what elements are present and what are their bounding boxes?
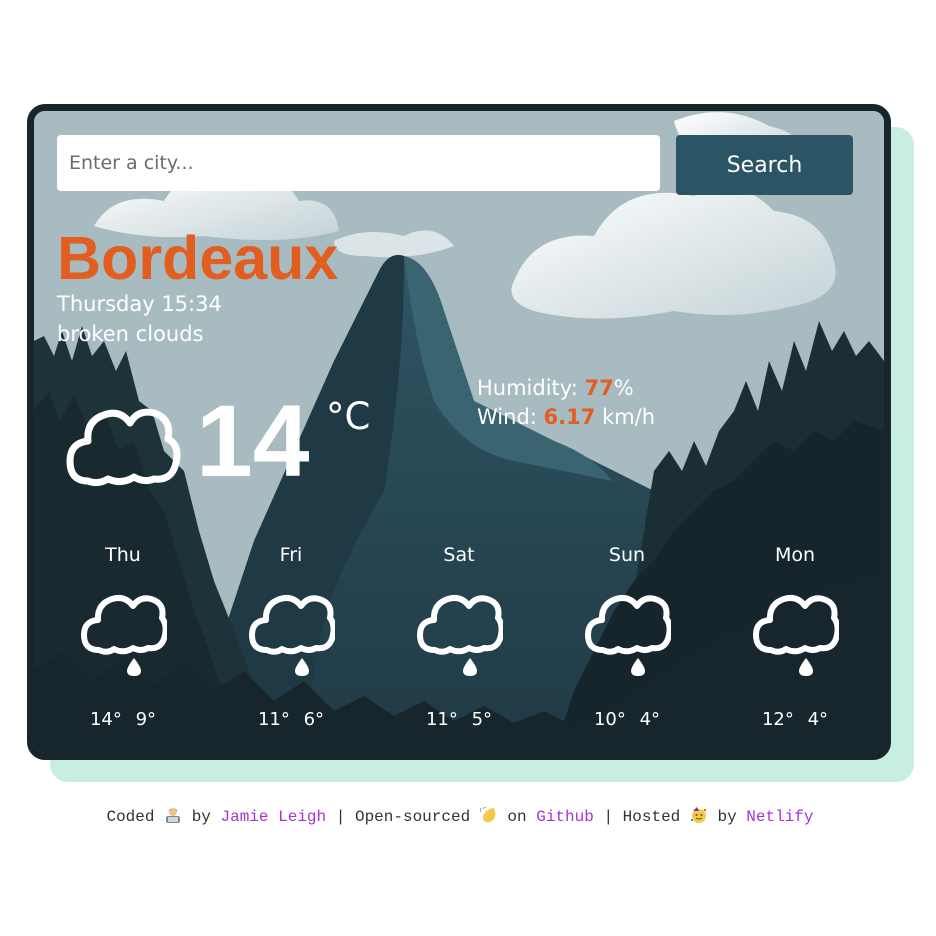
- forecast-min: 4°: [807, 709, 829, 730]
- forecast-max: 11°: [257, 709, 290, 730]
- footer-hosted-text: Hosted: [622, 808, 681, 826]
- forecast-max: 10°: [593, 709, 626, 730]
- city-search-input[interactable]: [57, 135, 660, 191]
- forecast-temps: 11° 6°: [206, 709, 376, 730]
- forecast-min: 5°: [471, 709, 493, 730]
- partying-face-icon: [690, 807, 706, 823]
- temperature-unit: °C: [326, 395, 371, 438]
- forecast-row: Thu 14° 9° Fri 11° 6° Sat 11° 5° Sun 10°…: [34, 544, 884, 744]
- city-name: Bordeaux: [57, 224, 339, 292]
- wind-value: 6.17: [543, 405, 596, 429]
- humidity-value: 77: [584, 376, 614, 400]
- forecast-max: 11°: [425, 709, 458, 730]
- forecast-day-name: Fri: [279, 544, 303, 566]
- search-button[interactable]: Search: [676, 135, 853, 195]
- forecast-day-name: Sun: [608, 544, 646, 566]
- waving-hand-icon: [479, 807, 496, 823]
- footer-separator: |: [603, 808, 614, 826]
- rain-icon: [81, 594, 167, 676]
- cloud-icon: [66, 408, 181, 487]
- footer-by-text: by: [717, 808, 737, 826]
- weather-description: broken clouds: [57, 322, 204, 346]
- humidity-label: Humidity:: [477, 376, 578, 400]
- forecast-max: 14°: [89, 709, 122, 730]
- wind-label: Wind:: [477, 405, 537, 429]
- wind-readout: Wind: 6.17 km/h: [477, 405, 655, 429]
- forecast-temps: 14° 9°: [38, 709, 208, 730]
- wind-unit: km/h: [602, 405, 656, 429]
- date-time: Thursday 15:34: [57, 292, 222, 316]
- forecast-max: 12°: [761, 709, 794, 730]
- forecast-min: 6°: [303, 709, 325, 730]
- forecast-min: 4°: [639, 709, 661, 730]
- weather-card: Search Bordeaux Thursday 15:34 broken cl…: [27, 104, 891, 760]
- humidity-unit: %: [613, 376, 634, 400]
- forecast-temps: 11° 5°: [374, 709, 544, 730]
- forecast-day-name: Sat: [443, 544, 475, 566]
- humidity-readout: Humidity: 77%: [477, 376, 634, 400]
- rain-icon: [753, 594, 839, 676]
- footer-open-sourced-text: Open-sourced: [354, 808, 471, 826]
- forecast-day-name: Mon: [774, 544, 816, 566]
- footer-by-text: by: [191, 808, 211, 826]
- technologist-icon: [166, 808, 181, 823]
- github-link[interactable]: Github: [536, 808, 594, 826]
- forecast-temps: 12° 4°: [710, 709, 880, 730]
- footer-separator: |: [335, 808, 346, 826]
- rain-icon: [585, 594, 671, 676]
- forecast-day-name: Thu: [105, 544, 141, 566]
- footer-coded-text: Coded: [106, 808, 155, 826]
- current-temperature: 14: [196, 384, 310, 498]
- footer-on-text: on: [507, 808, 527, 826]
- rain-icon: [249, 594, 335, 676]
- netlify-link[interactable]: Netlify: [746, 808, 813, 826]
- forecast-min: 9°: [135, 709, 157, 730]
- author-link[interactable]: Jamie Leigh: [221, 808, 327, 826]
- footer-credits: Coded by Jamie Leigh | Open-sourced on G…: [0, 807, 920, 826]
- forecast-temps: 10° 4°: [542, 709, 712, 730]
- rain-icon: [417, 594, 503, 676]
